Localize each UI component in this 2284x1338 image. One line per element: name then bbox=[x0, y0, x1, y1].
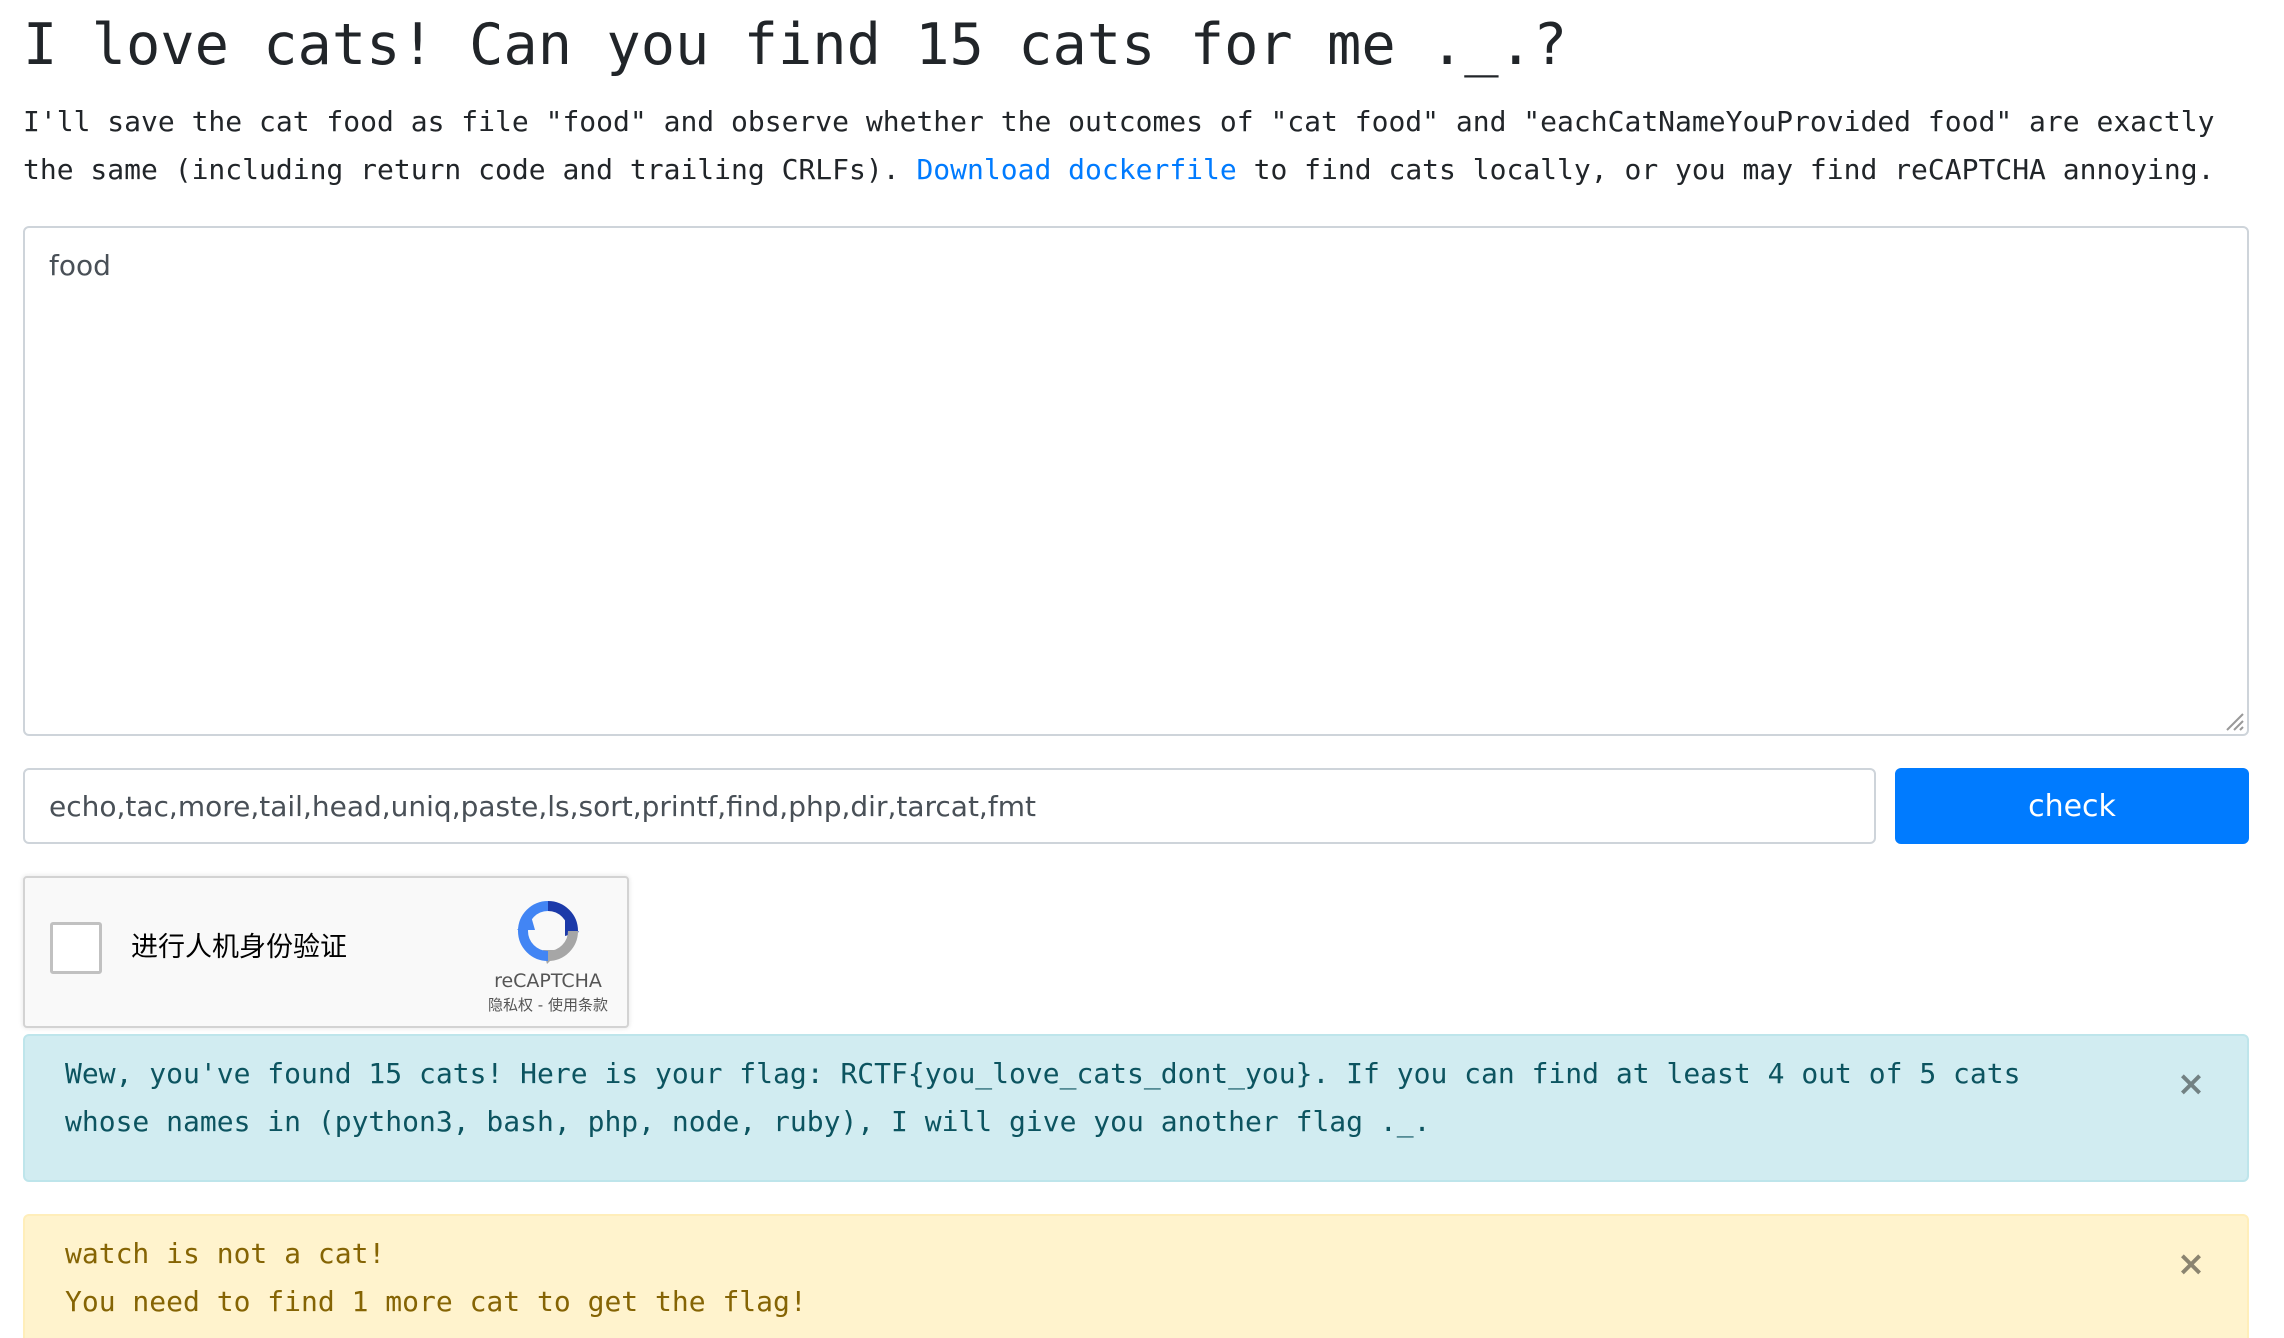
food-textarea-value: food bbox=[49, 249, 111, 282]
warning-message-line-1: watch is not a cat! bbox=[65, 1237, 386, 1270]
warning-alert: watch is not a cat! You need to find 1 m… bbox=[23, 1214, 2249, 1338]
intro-text-after-link: to find cats locally, or you may find re… bbox=[1236, 153, 2215, 186]
resize-grip-icon[interactable] bbox=[2223, 710, 2245, 732]
page-title: I love cats! Can you find 15 cats for me… bbox=[23, 12, 1568, 78]
recaptcha-logo-icon bbox=[517, 901, 579, 964]
warning-message-line-2: You need to find 1 more cat to get the f… bbox=[65, 1285, 807, 1318]
close-icon[interactable]: × bbox=[2173, 1244, 2209, 1284]
recaptcha-widget: 进行人机身份验证 reCAPTCHA 隐私权 - 使用条款 bbox=[23, 876, 629, 1028]
recaptcha-brand: reCAPTCHA bbox=[494, 970, 602, 992]
recaptcha-checkbox[interactable] bbox=[50, 922, 102, 974]
intro-text: I'll save the cat food as file "food" an… bbox=[23, 98, 2263, 194]
recaptcha-label: 进行人机身份验证 bbox=[131, 932, 347, 963]
recaptcha-terms-link[interactable]: 使用条款 bbox=[548, 996, 608, 1014]
page: I love cats! Can you find 15 cats for me… bbox=[0, 0, 2284, 1338]
check-button[interactable]: check bbox=[1895, 768, 2249, 844]
food-textarea[interactable]: food bbox=[23, 226, 2249, 736]
cat-names-input[interactable]: echo,tac,more,tail,head,uniq,paste,ls,so… bbox=[23, 768, 1876, 844]
cat-names-input-value: echo,tac,more,tail,head,uniq,paste,ls,so… bbox=[49, 789, 1036, 823]
recaptcha-links: 隐私权 - 使用条款 bbox=[465, 995, 631, 1015]
success-flag-alert: Wew, you've found 15 cats! Here is your … bbox=[23, 1034, 2249, 1182]
download-dockerfile-link[interactable]: Download dockerfile bbox=[916, 153, 1236, 186]
close-icon[interactable]: × bbox=[2173, 1064, 2209, 1104]
recaptcha-privacy-link[interactable]: 隐私权 bbox=[488, 996, 533, 1014]
success-flag-message: Wew, you've found 15 cats! Here is your … bbox=[65, 1057, 2021, 1138]
recaptcha-links-separator: - bbox=[533, 996, 548, 1014]
